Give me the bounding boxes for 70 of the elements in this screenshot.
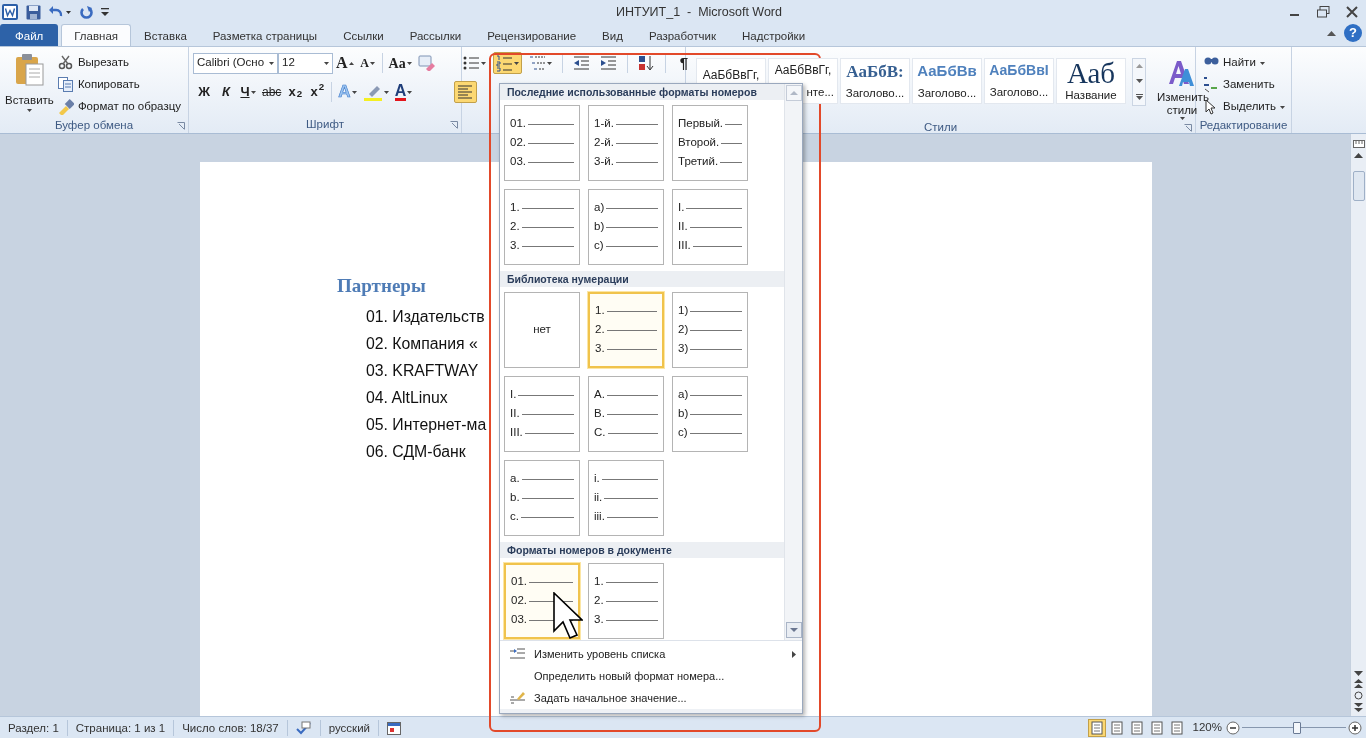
number-format-tile[interactable]: 1-й. 2-й. 3-й.	[588, 105, 664, 181]
clipboard-button[interactable]: Копировать	[54, 74, 184, 96]
number-format-tile[interactable]: 1. 2. 3.	[588, 292, 664, 368]
number-format-tile[interactable]: I. II. III.	[504, 376, 580, 452]
paragraph-button[interactable]: ¶	[673, 52, 695, 74]
status-item[interactable]: Раздел: 1	[0, 719, 68, 736]
ribbon-tab[interactable]: Рецензирование	[474, 24, 590, 46]
number-format-tile[interactable]: 01. 02. 03.	[504, 105, 580, 181]
group-label: Редактирование	[1199, 118, 1288, 134]
format-button[interactable]: A	[391, 81, 416, 103]
format-button[interactable]: Ч	[237, 81, 259, 103]
ribbon-tab[interactable]: Вставка	[131, 24, 200, 46]
list-item: 04. AltLinux	[365, 387, 448, 408]
number-format-tile[interactable]: 1) 2) 3)	[672, 292, 748, 368]
ribbon-tab[interactable]: Надстройки	[728, 24, 819, 46]
number-format-tile[interactable]: нет	[504, 292, 580, 368]
status-item[interactable]: Число слов: 18/37	[174, 719, 288, 736]
style-item[interactable]: АаБбВ: Заголово...	[840, 58, 910, 104]
menu-item[interactable]: Определить новый формат номера...	[500, 665, 802, 687]
font-name-field[interactable]: Calibri (Осно	[193, 52, 278, 74]
ribbon-tab[interactable]: Главная	[61, 24, 132, 46]
ribbon-tab[interactable]: Файл	[0, 24, 59, 46]
number-format-tile[interactable]: Первый. Второй. Третий.	[672, 105, 748, 181]
ribbon-tab[interactable]: Рассылки	[396, 24, 475, 46]
number-format-tile[interactable]: a. b. c.	[504, 460, 580, 536]
list-item: 01. Издательств	[365, 306, 485, 327]
list-item: 05. Интернет-ма	[365, 414, 487, 435]
section-heading: Последние использованные форматы номеров	[500, 84, 784, 100]
style-item[interactable]: АаБбВв Заголово...	[912, 58, 982, 104]
group-label: Шрифт	[306, 117, 344, 133]
style-item[interactable]: АаБбВвI Заголово...	[984, 58, 1054, 104]
section-heading: Форматы номеров в документе	[500, 542, 784, 558]
number-format-tile[interactable]: a) b) c)	[672, 376, 748, 452]
list-item: 03. KRAFTWAY	[365, 360, 479, 381]
format-button[interactable]: К	[215, 81, 237, 103]
format-button[interactable]: abc	[259, 81, 285, 103]
format-button[interactable]: x$^{2}$	[306, 81, 329, 103]
number-format-tile[interactable]: 1. 2. 3.	[504, 189, 580, 265]
list-item: 06. СДМ-банк	[365, 441, 466, 462]
paste-button[interactable]: Вставить	[4, 52, 55, 118]
menu-item[interactable]: Задать начальное значение...	[500, 687, 802, 709]
style-item[interactable]: Ааб Название	[1056, 58, 1126, 104]
ribbon-tab[interactable]: Вид	[589, 24, 636, 46]
number-format-tile[interactable]: 1. 2. 3.	[588, 563, 664, 639]
ribbon-tab[interactable]: Разработчик	[635, 24, 729, 46]
group-label: Буфер обмена	[54, 118, 134, 134]
clipboard-button[interactable]: Вырезать	[54, 52, 184, 74]
font-size-field[interactable]: 12	[278, 52, 333, 74]
ribbon-tab[interactable]: Ссылки	[330, 24, 397, 46]
group-label: Стили	[923, 120, 958, 136]
format-button[interactable]: A	[356, 52, 379, 74]
document-heading: Партнеры	[337, 274, 426, 298]
format-button[interactable]: Aa	[385, 52, 415, 74]
format-button[interactable]: Ж	[193, 81, 215, 103]
number-format-tile[interactable]: I. II. III.	[672, 189, 748, 265]
number-format-tile[interactable]: a) b) c)	[588, 189, 664, 265]
window-title: ИНТУИТ_1 - Microsoft Word	[615, 3, 783, 21]
clipboard-button[interactable]: Формат по образцу	[54, 96, 184, 118]
list-item: 02. Компания «	[365, 333, 478, 354]
language-status[interactable]: русский	[320, 719, 379, 736]
section-heading: Библиотека нумерации	[500, 271, 784, 287]
ribbon-tab[interactable]: Разметка страницы	[199, 24, 331, 46]
number-format-tile[interactable]: A. B. C.	[588, 376, 664, 452]
format-button[interactable]: x$_{2}$	[284, 81, 307, 103]
zoom-level[interactable]: 120%	[1192, 718, 1222, 737]
status-item[interactable]: Страница: 1 из 1	[67, 719, 175, 736]
menu-item[interactable]: Изменить уровень списка	[500, 643, 802, 665]
format-button[interactable]: A	[333, 52, 357, 74]
number-format-tile[interactable]: i. ii. iii.	[588, 460, 664, 536]
help-button[interactable]: ?	[1344, 24, 1362, 42]
